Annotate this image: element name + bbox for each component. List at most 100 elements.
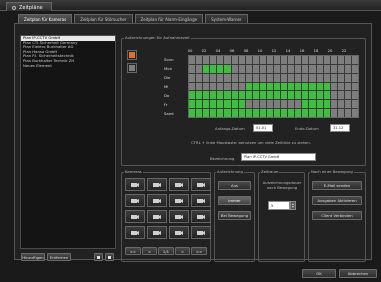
schedule-cell[interactable] (309, 64, 316, 73)
schedule-cell[interactable] (281, 109, 288, 117)
schedule-cell[interactable] (196, 82, 203, 91)
schedule-cell[interactable] (344, 73, 351, 82)
schedule-cell[interactable] (189, 91, 196, 100)
schedule-cell[interactable] (344, 64, 351, 73)
schedule-cell[interactable] (231, 109, 238, 117)
schedule-cell[interactable] (295, 73, 302, 82)
prev-page-button[interactable]: < (141, 247, 158, 255)
schedule-cell[interactable] (259, 56, 266, 64)
add-schedule-button[interactable]: Hinzufügen (21, 253, 45, 261)
schedule-cell[interactable] (224, 82, 231, 91)
start-date-input[interactable]: 01.01 (253, 124, 273, 132)
schedule-cell[interactable] (323, 91, 330, 100)
schedule-cell[interactable] (224, 91, 231, 100)
tab-alarm-inputs[interactable]: Zeitplan für Alarm-Eingänge (134, 14, 204, 23)
camera-tile[interactable] (147, 178, 167, 191)
schedule-cell[interactable] (259, 64, 266, 73)
schedule-cell[interactable] (330, 56, 337, 64)
camera-tile[interactable] (191, 194, 211, 207)
schedule-cell[interactable] (288, 109, 295, 117)
schedule-cell[interactable] (288, 100, 295, 109)
schedule-cell[interactable] (245, 91, 252, 100)
schedule-cell[interactable] (288, 82, 295, 91)
schedule-cell[interactable] (302, 91, 309, 100)
camera-tile[interactable] (147, 226, 167, 239)
schedule-cell[interactable] (224, 64, 231, 73)
schedule-cell[interactable] (309, 56, 316, 64)
schedule-cell[interactable] (259, 82, 266, 91)
camera-tile[interactable] (147, 210, 167, 223)
next-page-button[interactable]: > (174, 247, 191, 255)
schedule-cell[interactable] (231, 91, 238, 100)
schedule-cell[interactable] (337, 109, 344, 117)
schedule-cell[interactable] (309, 73, 316, 82)
camera-tile[interactable] (125, 226, 145, 239)
schedule-cell[interactable] (344, 109, 351, 117)
schedule-cell[interactable] (316, 82, 323, 91)
camera-tile[interactable] (125, 194, 145, 207)
schedule-cell[interactable] (252, 91, 259, 100)
schedule-cell[interactable] (330, 73, 337, 82)
schedule-cell[interactable] (245, 82, 252, 91)
schedule-cell[interactable] (274, 100, 281, 109)
schedule-cell[interactable] (344, 56, 351, 64)
schedule-cell[interactable] (337, 91, 344, 100)
schedule-cell[interactable] (189, 109, 196, 117)
schedule-cell[interactable] (210, 91, 217, 100)
schedule-cell[interactable] (189, 100, 196, 109)
schedule-cell[interactable] (259, 109, 266, 117)
schedule-cell[interactable] (274, 82, 281, 91)
camera-tile[interactable] (169, 194, 189, 207)
schedule-cell[interactable] (196, 100, 203, 109)
schedule-cell[interactable] (302, 100, 309, 109)
schedule-cell[interactable] (189, 73, 196, 82)
schedule-cell[interactable] (203, 91, 210, 100)
description-input[interactable]: Plan IP-CCTV GmbH (241, 153, 316, 161)
schedule-cell[interactable] (217, 73, 224, 82)
schedule-cell[interactable] (295, 100, 302, 109)
schedule-cell[interactable] (217, 91, 224, 100)
ok-button[interactable]: OK (302, 269, 336, 278)
schedule-cell[interactable] (323, 109, 330, 117)
schedule-cell[interactable] (231, 73, 238, 82)
schedule-cell[interactable] (337, 82, 344, 91)
schedule-cell[interactable] (288, 73, 295, 82)
schedule-cell[interactable] (309, 100, 316, 109)
camera-tile[interactable] (169, 178, 189, 191)
schedule-cell[interactable] (323, 82, 330, 91)
schedule-cell[interactable] (238, 109, 245, 117)
schedule-cell[interactable] (210, 56, 217, 64)
schedule-cell[interactable] (245, 73, 252, 82)
schedule-cell[interactable] (203, 100, 210, 109)
schedule-cell[interactable] (203, 109, 210, 117)
active-legend-swatch[interactable] (127, 50, 137, 60)
schedule-grid[interactable] (188, 55, 359, 118)
schedule-cell[interactable] (295, 109, 302, 117)
schedule-cell[interactable] (351, 82, 358, 91)
schedule-cell[interactable] (196, 73, 203, 82)
send-email-button[interactable]: E-Mail senden (312, 181, 362, 190)
schedule-cell[interactable] (288, 56, 295, 64)
schedule-cell[interactable] (238, 91, 245, 100)
schedule-cell[interactable] (274, 56, 281, 64)
schedule-cell[interactable] (189, 64, 196, 73)
recording-off-button[interactable]: Aus (218, 181, 251, 190)
schedule-cell[interactable] (323, 73, 330, 82)
schedule-cell[interactable] (245, 64, 252, 73)
schedule-cell[interactable] (231, 82, 238, 91)
schedule-cell[interactable] (238, 73, 245, 82)
schedule-cell[interactable] (316, 91, 323, 100)
camera-tile[interactable] (125, 210, 145, 223)
inactive-legend-swatch[interactable] (127, 63, 137, 73)
camera-tile[interactable] (147, 194, 167, 207)
schedule-cell[interactable] (217, 64, 224, 73)
schedule-cell[interactable] (316, 64, 323, 73)
schedule-cell[interactable] (295, 64, 302, 73)
activate-outputs-button[interactable]: Ausgaben Aktivieren (312, 196, 362, 205)
schedule-cell[interactable] (210, 100, 217, 109)
schedule-cell[interactable] (210, 73, 217, 82)
schedule-cell[interactable] (217, 109, 224, 117)
cancel-button[interactable]: Abbrechen (339, 269, 377, 278)
schedule-cell[interactable] (224, 56, 231, 64)
schedule-cell[interactable] (337, 100, 344, 109)
